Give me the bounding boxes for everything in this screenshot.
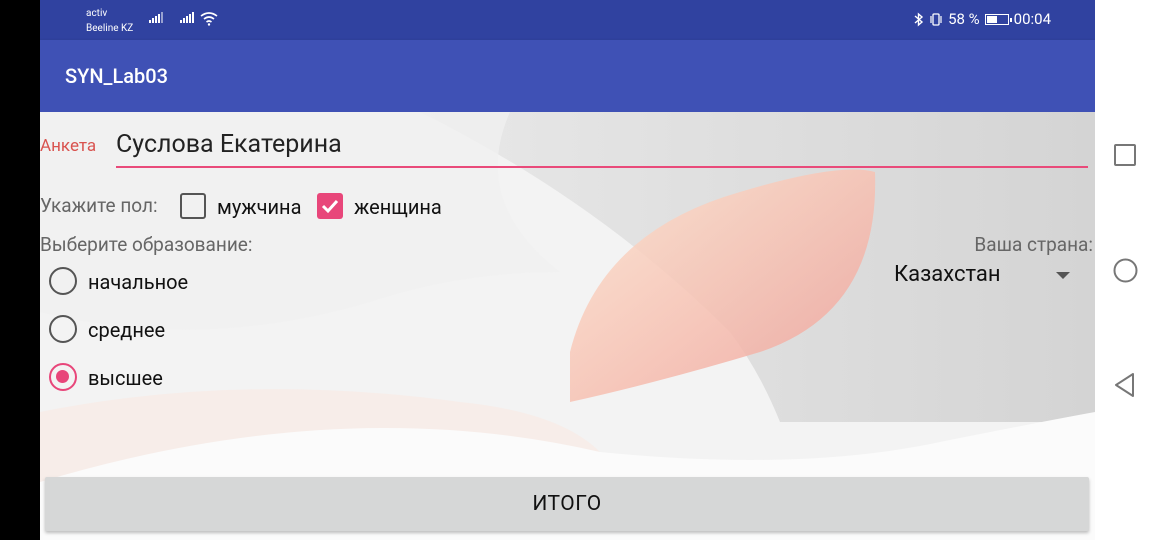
female-checkbox[interactable] [317,193,343,219]
country-spinner[interactable]: Казахстан [894,262,1070,292]
male-checkbox[interactable] [180,193,206,219]
carrier-line2: Beeline KZ [86,23,134,34]
app-title: SYN_Lab03 [65,64,169,88]
radio-higher-label[interactable]: высшее [88,366,163,390]
status-time: 00:04 [1013,10,1051,28]
form-content: Анкета Суслова Екатерина Укажите пол: му… [40,112,1095,540]
vibrate-icon [930,12,942,26]
country-label: Ваша страна: [974,233,1093,256]
education-label: Выберите образование: [40,233,253,256]
name-input[interactable]: Суслова Екатерина [116,130,1088,168]
status-bar: activ Beeline KZ 58 % 00:04 [40,0,1095,40]
male-checkbox-label[interactable]: мужчина [217,195,301,219]
checkmark-icon [321,199,339,214]
wifi-icon [200,12,218,26]
radio-selected-dot [56,370,69,383]
carrier-line1: activ [86,8,108,19]
country-value: Казахстан [894,262,1001,287]
gender-label: Укажите пол: [40,194,158,217]
battery-icon [984,13,1012,25]
wallpaper-background [40,112,1095,540]
radio-secondary-label[interactable]: среднее [88,318,165,342]
dropdown-arrow-icon [1056,272,1070,279]
total-button[interactable]: ИТОГО [45,477,1089,531]
recent-apps-icon[interactable] [1113,143,1137,167]
home-icon[interactable] [1113,258,1138,283]
radio-higher[interactable] [49,363,77,391]
carrier-info: activ Beeline KZ [86,6,133,36]
female-checkbox-label[interactable]: женщина [354,195,442,219]
back-icon[interactable] [1113,372,1137,398]
name-label: Анкета [40,136,97,156]
signal-icon [180,12,194,23]
left-edge-bar [0,0,40,540]
bluetooth-icon [914,11,924,27]
radio-secondary[interactable] [49,315,77,343]
signal-icon [149,12,163,23]
phone-screen: activ Beeline KZ 58 % 00:04 SYN_Lab03 Ан… [40,0,1095,540]
app-bar: SYN_Lab03 [40,40,1095,112]
radio-primary-label[interactable]: начальное [88,270,188,294]
navigation-bar [1095,0,1156,540]
radio-primary[interactable] [49,267,77,295]
status-right-group: 58 % 00:04 [914,10,1051,28]
battery-percent: 58 % [948,10,980,28]
